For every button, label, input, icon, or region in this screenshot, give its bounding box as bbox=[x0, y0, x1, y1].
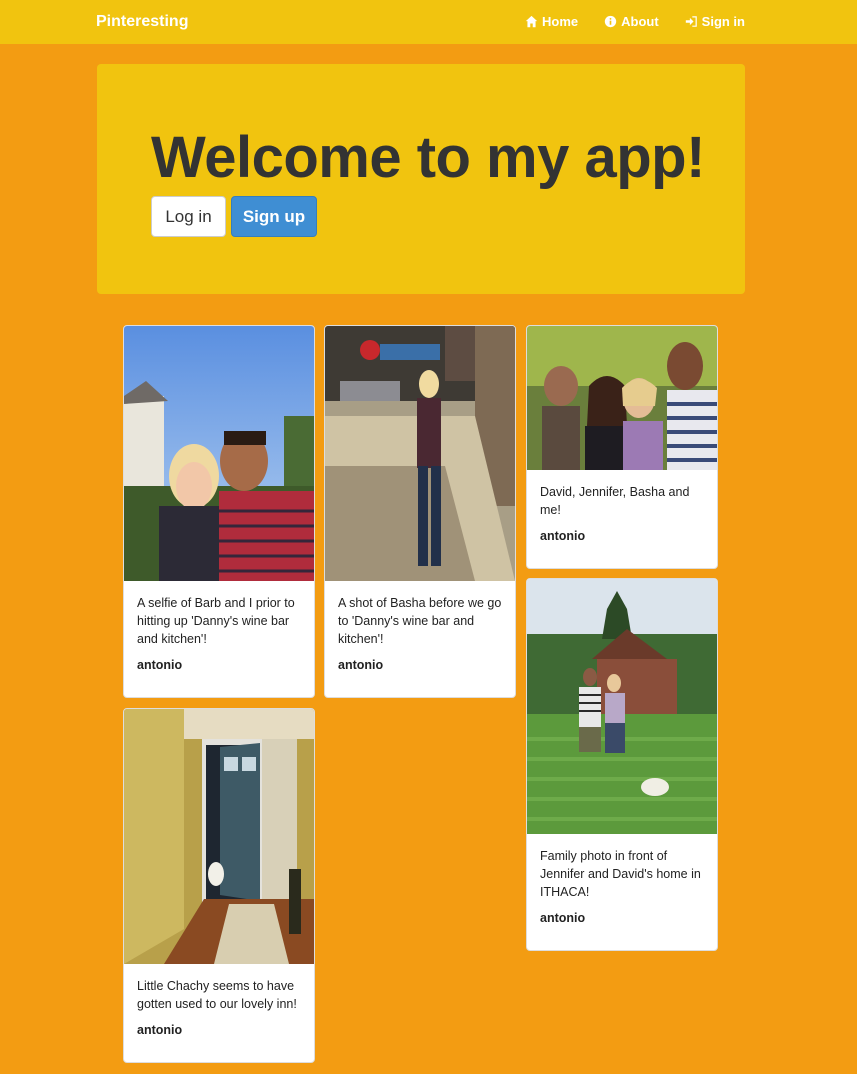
pin-card[interactable]: A selfie of Barb and I prior to hitting … bbox=[123, 325, 315, 698]
pin-image[interactable] bbox=[325, 326, 515, 581]
pin-caption: A shot of Basha before we go to 'Danny's… bbox=[338, 596, 502, 646]
pin-caption: David, Jennifer, Basha and me! bbox=[540, 485, 690, 517]
pin-card[interactable]: David, Jennifer, Basha and me! antonio bbox=[526, 325, 718, 569]
pin-author: antonio bbox=[540, 911, 586, 925]
pin-caption: A selfie of Barb and I prior to hitting … bbox=[137, 596, 295, 646]
nav-links: Home About Sign in bbox=[525, 14, 745, 29]
pin-author: antonio bbox=[137, 1023, 183, 1037]
signup-button[interactable]: Sign up bbox=[231, 196, 317, 237]
pin-image[interactable] bbox=[124, 326, 314, 581]
nav-signin-label: Sign in bbox=[701, 14, 745, 29]
nav-about-link[interactable]: About bbox=[604, 14, 659, 29]
navbar: Pinteresting Home About Sign in bbox=[0, 0, 857, 44]
pin-author: antonio bbox=[137, 658, 183, 672]
brand-link[interactable]: Pinteresting bbox=[96, 13, 188, 31]
nav-home-link[interactable]: Home bbox=[525, 14, 578, 29]
pin-image[interactable] bbox=[124, 709, 314, 964]
page-title: Welcome to my app! bbox=[151, 125, 705, 190]
nav-home-label: Home bbox=[541, 14, 579, 29]
pin-image[interactable] bbox=[527, 579, 717, 834]
pin-card[interactable]: A shot of Basha before we go to 'Danny's… bbox=[324, 325, 516, 698]
login-button[interactable]: Log in bbox=[151, 196, 226, 237]
pin-image[interactable] bbox=[527, 326, 717, 470]
home-icon bbox=[525, 15, 538, 28]
pin-author: antonio bbox=[540, 529, 586, 543]
sign-in-icon bbox=[685, 16, 697, 27]
info-icon bbox=[604, 15, 617, 28]
pin-caption: Little Chachy seems to have gotten used … bbox=[137, 979, 297, 1011]
pin-card[interactable]: Family photo in front of Jennifer and Da… bbox=[526, 578, 718, 951]
nav-about-label: About bbox=[621, 14, 659, 29]
pin-caption: Family photo in front of Jennifer and Da… bbox=[540, 849, 701, 899]
pin-author: antonio bbox=[338, 658, 384, 672]
nav-signin-link[interactable]: Sign in bbox=[685, 14, 745, 29]
jumbotron: Welcome to my app! Log in Sign up bbox=[97, 64, 745, 294]
pin-card[interactable]: Little Chachy seems to have gotten used … bbox=[123, 708, 315, 1063]
